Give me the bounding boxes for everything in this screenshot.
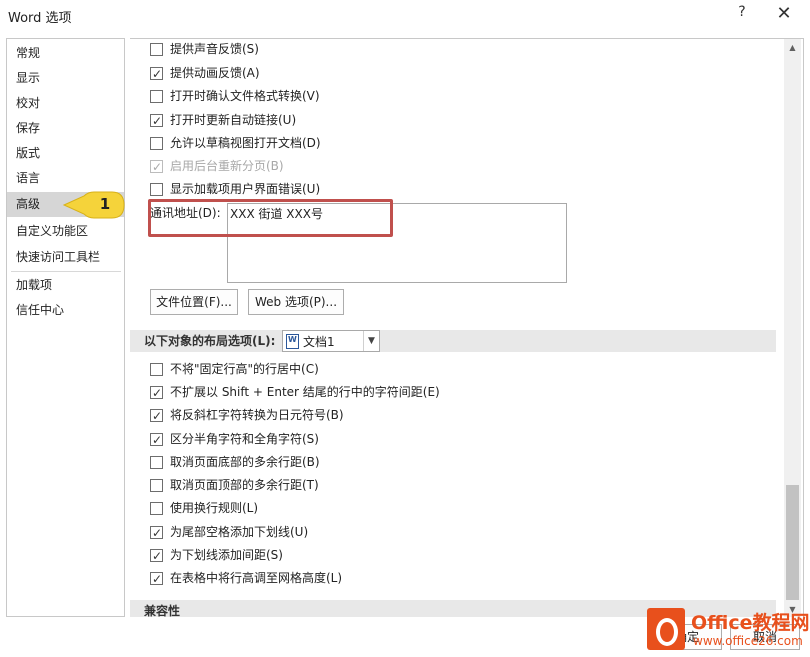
checkbox[interactable] bbox=[150, 546, 163, 566]
scroll-thumb[interactable] bbox=[786, 485, 799, 600]
option-label: 打开时确认文件格式转换(V) bbox=[170, 89, 320, 103]
word-document-icon bbox=[286, 334, 299, 349]
option-label: 为下划线添加间距(S) bbox=[170, 548, 283, 562]
checkbox[interactable] bbox=[150, 383, 163, 403]
callout-number: 1 bbox=[99, 195, 111, 213]
option-label: 不将"固定行高"的行居中(C) bbox=[170, 362, 319, 376]
sidebar-item-proofing[interactable]: 校对 bbox=[7, 91, 124, 116]
sidebar-item-general[interactable]: 常规 bbox=[7, 41, 124, 66]
option-label: 打开时更新自动链接(U) bbox=[170, 113, 297, 127]
option-label: 提供动画反馈(A) bbox=[170, 66, 260, 80]
sidebar-item-save[interactable]: 保存 bbox=[7, 116, 124, 141]
sidebar-divider bbox=[11, 271, 121, 272]
option-label: 取消页面顶部的多余行距(T) bbox=[170, 478, 319, 492]
scroll-up-icon[interactable]: ▲ bbox=[784, 39, 801, 56]
compat-section-title: 兼容性 bbox=[144, 604, 181, 617]
checkbox[interactable] bbox=[150, 456, 163, 469]
option-label: 使用换行规则(L) bbox=[170, 501, 259, 515]
checkbox[interactable] bbox=[150, 43, 163, 56]
sidebar-item-language[interactable]: 语言 bbox=[7, 166, 124, 191]
callout-shape bbox=[62, 191, 125, 219]
highlight-box bbox=[148, 199, 393, 237]
option-label: 为尾部空格添加下划线(U) bbox=[170, 525, 309, 539]
sidebar-item-customize-ribbon[interactable]: 自定义功能区 bbox=[7, 219, 124, 244]
sidebar-item-layout[interactable]: 版式 bbox=[7, 141, 124, 166]
watermark: Office教程网 www.office26.com bbox=[645, 606, 810, 654]
chevron-down-icon[interactable]: ▼ bbox=[363, 331, 379, 351]
checkbox[interactable] bbox=[150, 64, 163, 84]
option-label: 在表格中将行高调至网格高度(L) bbox=[170, 571, 343, 585]
category-sidebar: 常规 显示 校对 保存 版式 语言 高级 自定义功能区 快速访问工具栏 加载项 … bbox=[6, 38, 125, 617]
option-label: 显示加载项用户界面错误(U) bbox=[170, 182, 321, 196]
web-options-button[interactable]: Web 选项(P)... bbox=[248, 289, 344, 315]
checkbox[interactable] bbox=[150, 569, 163, 589]
watermark-url: www.office26.com bbox=[693, 634, 803, 648]
checkbox[interactable] bbox=[150, 111, 163, 131]
option-label: 提供声音反馈(S) bbox=[170, 42, 259, 56]
checkbox bbox=[150, 157, 163, 177]
close-button[interactable]: ✕ bbox=[772, 3, 796, 27]
help-button[interactable]: ? bbox=[732, 4, 752, 26]
options-panel: 提供声音反馈(S) 提供动画反馈(A) 打开时确认文件格式转换(V) 打开时更新… bbox=[130, 38, 804, 617]
checkbox[interactable] bbox=[150, 406, 163, 426]
option-label: 取消页面底部的多余行距(B) bbox=[170, 455, 320, 469]
layout-section-title: 以下对象的布局选项(L): bbox=[144, 334, 276, 348]
checkbox[interactable] bbox=[150, 183, 163, 196]
option-label: 区分半角字符和全角字符(S) bbox=[170, 432, 319, 446]
document-select[interactable]: 文档1 ▼ bbox=[282, 330, 380, 352]
sidebar-item-addins[interactable]: 加载项 bbox=[7, 273, 124, 298]
watermark-title: Office教程网 bbox=[691, 612, 810, 634]
step-callout: 1 bbox=[62, 190, 126, 220]
checkbox[interactable] bbox=[150, 523, 163, 543]
option-label: 允许以草稿视图打开文档(D) bbox=[170, 136, 321, 150]
checkbox[interactable] bbox=[150, 363, 163, 376]
layout-section-header: 以下对象的布局选项(L): bbox=[130, 330, 776, 352]
title-bar: Word 选项 ? ✕ bbox=[0, 0, 810, 32]
document-select-value: 文档1 bbox=[303, 335, 335, 349]
checkbox[interactable] bbox=[150, 90, 163, 103]
option-label: 不扩展以 Shift + Enter 结尾的行中的字符间距(E) bbox=[170, 385, 440, 399]
checkbox[interactable] bbox=[150, 137, 163, 150]
file-locations-button[interactable]: 文件位置(F)... bbox=[150, 289, 238, 315]
checkbox[interactable] bbox=[150, 479, 163, 492]
checkbox[interactable] bbox=[150, 430, 163, 450]
window-title: Word 选项 bbox=[8, 11, 72, 26]
option-label: 启用后台重新分页(B) bbox=[170, 159, 284, 173]
office-logo-icon bbox=[647, 608, 685, 650]
sidebar-item-trust-center[interactable]: 信任中心 bbox=[7, 298, 124, 323]
vertical-scrollbar[interactable]: ▲ ▼ bbox=[784, 39, 801, 617]
checkbox[interactable] bbox=[150, 502, 163, 515]
sidebar-item-quick-access[interactable]: 快速访问工具栏 bbox=[7, 245, 124, 270]
sidebar-item-display[interactable]: 显示 bbox=[7, 66, 124, 91]
option-label: 将反斜杠字符转换为日元符号(B) bbox=[170, 408, 344, 422]
